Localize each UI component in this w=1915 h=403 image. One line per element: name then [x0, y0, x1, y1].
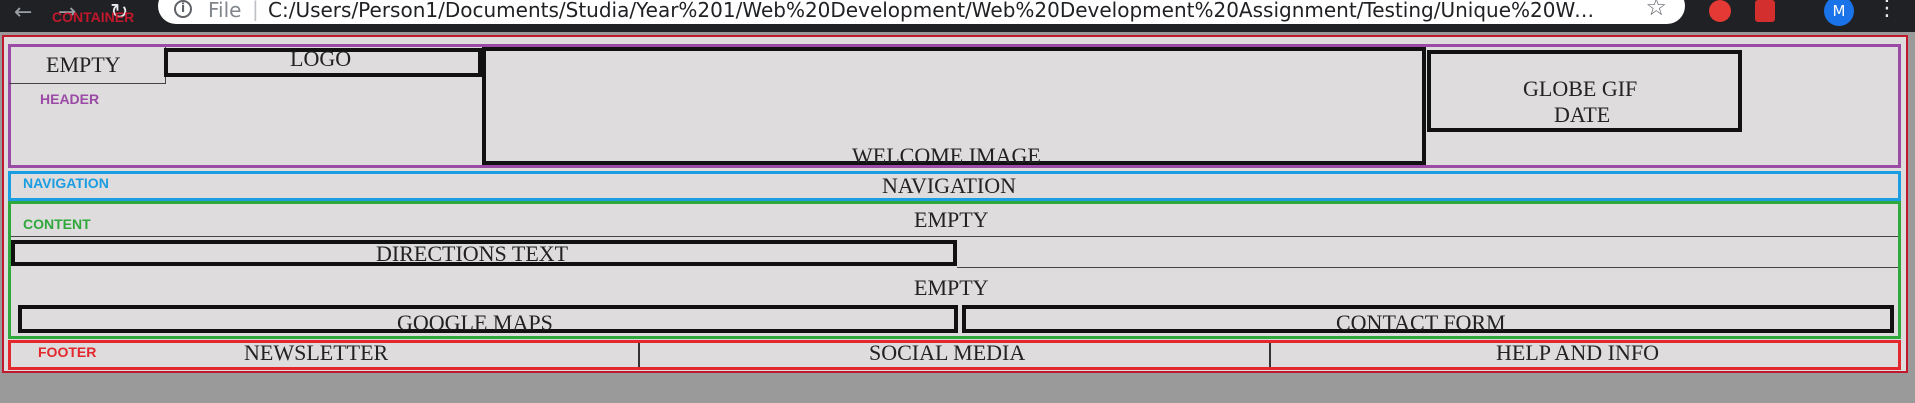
- navigation-text[interactable]: NAVIGATION: [882, 173, 1016, 199]
- logo-text: LOGO: [290, 46, 352, 71]
- url-text[interactable]: C:/Users/Person1/Documents/Studia/Year%2…: [268, 0, 1598, 22]
- extension-icon[interactable]: [1755, 0, 1775, 22]
- globe-gif-text: GLOBE GIF: [1523, 76, 1638, 101]
- navigation-label: NAVIGATION: [23, 175, 109, 191]
- social-media-text[interactable]: SOCIAL MEDIA: [869, 340, 1025, 366]
- content-empty-top-text: EMPTY: [914, 207, 989, 232]
- contact-form-text[interactable]: CONTACT FORM: [1336, 310, 1506, 336]
- profile-avatar[interactable]: M: [1824, 0, 1854, 26]
- back-arrow-icon[interactable]: ←: [14, 2, 32, 24]
- url-scheme: File: [208, 0, 242, 22]
- help-and-info-text[interactable]: HELP AND INFO: [1496, 340, 1659, 366]
- extension-icon[interactable]: [1709, 0, 1731, 22]
- welcome-image-text: WELCOME IMAGE: [852, 143, 1041, 168]
- google-maps-text: GOOGLE MAPS: [397, 310, 553, 335]
- content-divider: [11, 236, 1898, 237]
- info-icon[interactable]: [174, 0, 192, 18]
- directions-text: DIRECTIONS TEXT: [376, 241, 569, 266]
- newsletter-text[interactable]: NEWSLETTER: [244, 340, 388, 366]
- browser-toolbar: ← → ↻ File | C:/Users/Person1/Documents/…: [0, 0, 1915, 32]
- date-text: DATE: [1554, 102, 1611, 127]
- footer-divider: [1269, 343, 1271, 367]
- content-empty-middle-text: EMPTY: [914, 275, 989, 300]
- url-separator: |: [252, 0, 259, 21]
- menu-icon[interactable]: ⋮: [1876, 0, 1898, 20]
- address-bar[interactable]: File | C:/Users/Person1/Documents/Studia…: [158, 0, 1685, 24]
- header-label: HEADER: [40, 91, 100, 107]
- footer-divider: [638, 343, 640, 367]
- content-label: CONTENT: [23, 216, 91, 232]
- footer-label: FOOTER: [38, 344, 97, 360]
- bookmark-star-icon[interactable]: ☆: [1645, 0, 1667, 21]
- content-divider: [957, 267, 1898, 268]
- header-empty-text: EMPTY: [46, 52, 121, 77]
- container-label: CONTAINER: [52, 9, 135, 25]
